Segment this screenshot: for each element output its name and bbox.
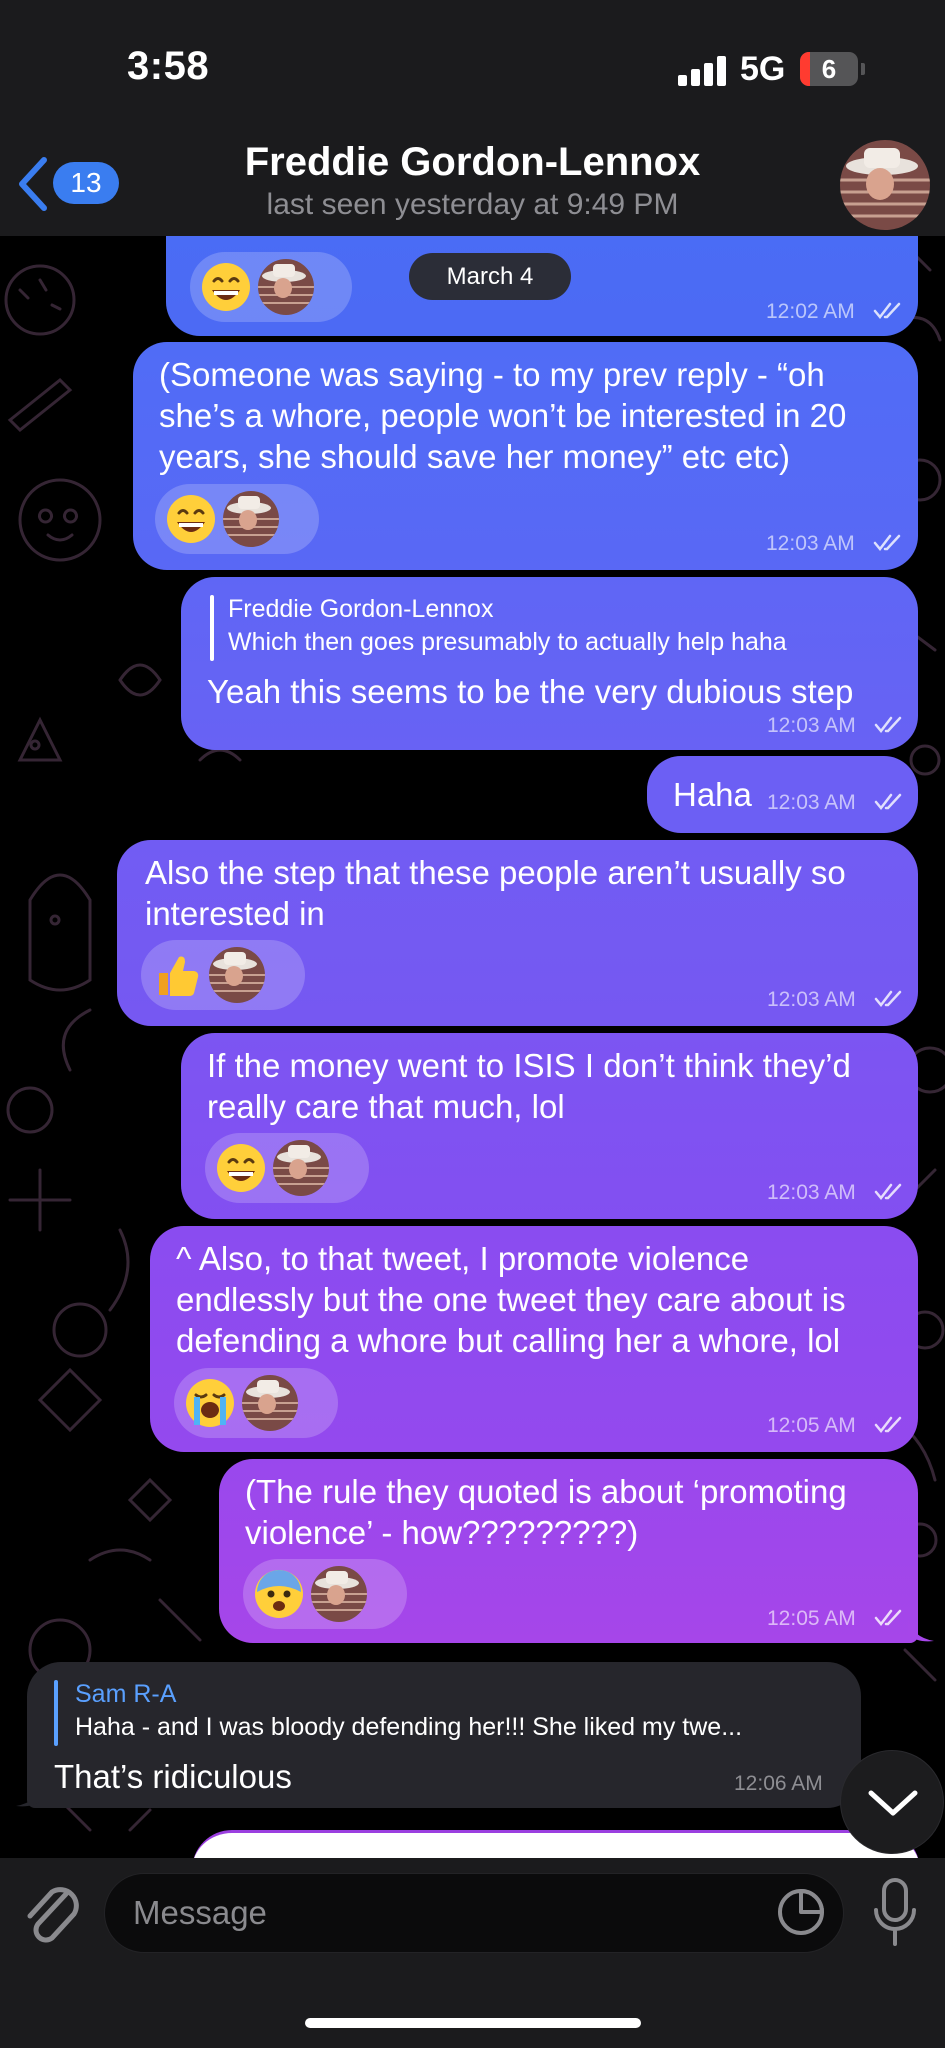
scroll-to-bottom-button[interactable] [840,1750,944,1854]
network-type: 5G [740,50,786,88]
reactor-avatar [311,1566,367,1622]
reaction-chip[interactable] [141,940,305,1010]
reaction-chip[interactable] [155,484,319,554]
read-double-check-icon [874,1416,902,1433]
message-bubble-4[interactable]: Haha 12:03 AM [647,756,918,833]
reactor-avatar [223,491,279,547]
read-double-check-icon [874,990,902,1007]
read-double-check-icon [874,793,902,810]
grinning-face-icon [202,263,250,311]
reply-quote-bar [210,595,214,661]
read-double-check-icon [874,716,902,733]
message-time: 12:03 AM [767,988,856,1011]
message-bubble-7[interactable]: ^ Also, to that tweet, I promote violenc… [150,1226,918,1452]
message-line: Haha [673,776,752,813]
microphone-icon[interactable] [870,1876,920,1948]
reactor-avatar [242,1375,298,1431]
message-time: 12:05 AM [767,1607,856,1630]
message-line: years, she should save her money” etc et… [159,438,790,475]
battery-tip [861,63,865,75]
reactor-avatar [209,947,265,1003]
reactor-avatar [258,259,314,315]
message-line: endlessly but the one tweet they care ab… [176,1281,846,1318]
chat-title[interactable]: Freddie Gordon-Lennox [0,140,945,185]
read-double-check-icon [873,534,901,551]
fearful-face-icon [255,1570,303,1618]
message-line: defending a whore but calling her a whor… [176,1322,841,1359]
reply-quote-text[interactable]: Haha - and I was bloody defending her!!!… [75,1713,742,1742]
message-line: ^ Also, to that tweet, I promote violenc… [176,1240,750,1277]
message-line: violence’ - how?????????) [245,1514,639,1551]
reaction-chip[interactable] [205,1133,369,1203]
contact-avatar[interactable] [840,140,930,230]
reaction-chip[interactable] [190,252,352,322]
read-double-check-icon [873,302,901,319]
message-bubble-6[interactable]: If the money went to ISIS I don’t think … [181,1033,918,1219]
reaction-chip[interactable] [243,1559,407,1629]
grinning-face-icon [167,495,215,543]
battery-icon: 6 [800,52,858,86]
message-bubble-5[interactable]: Also the step that these people aren’t u… [117,840,918,1026]
message-bubble-3[interactable]: Freddie Gordon-Lennox Which then goes pr… [181,577,918,750]
read-double-check-icon [874,1609,902,1626]
last-seen-status: last seen yesterday at 9:49 PM [266,188,679,221]
reply-sender-name[interactable]: Freddie Gordon-Lennox [228,595,493,624]
message-input[interactable] [133,1888,753,1938]
status-time: 3:58 [127,44,210,88]
message-line: (Someone was saying - to my prev reply -… [159,356,825,393]
battery-level: 6 [821,54,837,84]
grinning-face-icon [217,1144,265,1192]
reaction-chip[interactable] [174,1368,338,1438]
message-time: 12:05 AM [767,1414,856,1437]
bubble-tail [908,1619,934,1642]
date-separator: March 4 [409,253,571,300]
chevron-down-icon [868,1790,918,1816]
reply-quote-bar [54,1680,58,1746]
message-time: 12:02 AM [766,300,855,323]
message-time: 12:06 AM [734,1772,823,1795]
reply-quote-text[interactable]: Which then goes presumably to actually h… [228,628,787,657]
read-double-check-icon [874,1183,902,1200]
message-line: really care that much, lol [207,1088,565,1125]
message-time: 12:03 AM [767,714,856,737]
message-time: 12:03 AM [767,791,856,814]
message-input-field[interactable] [104,1873,844,1953]
message-bubble-9[interactable]: Sam R-A Haha - and I was bloody defendin… [27,1662,861,1808]
message-time: 12:03 AM [767,1181,856,1204]
message-line: she’s a whore, people won’t be intereste… [159,397,847,434]
reactor-avatar [273,1140,329,1196]
sticker-icon[interactable] [776,1887,826,1937]
message-time: 12:03 AM [766,532,855,555]
message-line: Also the step that these people aren’t u… [145,854,846,891]
message-line: Yeah this seems to be the very dubious s… [207,673,854,710]
message-bubble-8[interactable]: (The rule they quoted is about ‘promotin… [219,1459,918,1643]
message-line: interested in [145,895,325,932]
reply-sender-name[interactable]: Sam R-A [75,1680,176,1709]
attachment-paperclip-icon[interactable] [22,1880,82,1946]
message-line: (The rule they quoted is about ‘promotin… [245,1473,847,1510]
message-line: If the money went to ISIS I don’t think … [207,1047,851,1084]
bubble-tail [16,1784,42,1807]
signal-strength-icon [678,56,726,86]
home-indicator [305,2018,641,2028]
thumbs-up-icon [159,956,199,996]
message-bubble-2[interactable]: (Someone was saying - to my prev reply -… [133,342,918,570]
message-line: That’s ridiculous [54,1758,292,1795]
loudly-crying-face-icon [186,1379,234,1427]
top-bar: 3:58 5G 6 13 Freddie Gordon-Lennox last … [0,0,945,236]
